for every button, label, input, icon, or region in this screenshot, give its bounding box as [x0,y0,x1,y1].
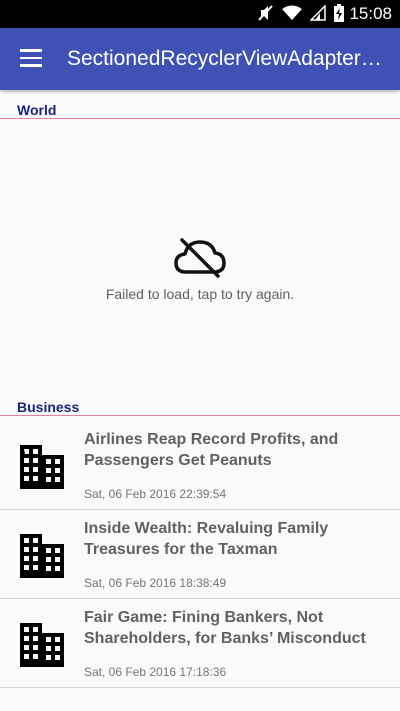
status-time: 15:08 [349,4,392,23]
error-message: Failed to load, tap to try again. [105,286,295,302]
news-date: Sat, 06 Feb 2016 22:39:54 [84,487,227,501]
news-date: Sat, 06 Feb 2016 18:38:49 [84,576,227,590]
news-title: Inside Wealth: Revaluing Family Treasure… [84,520,329,558]
mute-icon [258,5,273,21]
building-icon [20,534,64,578]
section-header-label: World [17,102,57,118]
menu-icon[interactable] [20,49,42,67]
list-item[interactable]: Airlines Reap Record Profits, and Passen… [0,421,400,510]
battery-charging-icon [334,4,344,22]
cloud-off-icon [174,238,226,278]
app-title: SectionedRecyclerViewAdapter… [67,47,382,70]
section-header-label: Business [17,399,80,415]
wifi-icon [282,5,302,20]
status-icons [258,4,344,22]
signal-icon [310,5,326,21]
news-date: Sat, 06 Feb 2016 17:18:36 [84,665,227,679]
section-header-world: World [0,96,400,119]
building-icon [20,445,64,489]
section-header-business: Business [0,393,400,416]
news-title: Airlines Reap Record Profits, and Passen… [84,431,339,469]
status-bar: 15:08 [0,0,400,28]
list-item[interactable]: Inside Wealth: Revaluing Family Treasure… [0,510,400,599]
load-failed-area[interactable]: Failed to load, tap to try again. [0,118,400,388]
news-title: Fair Game: Fining Bankers, Not Sharehold… [84,609,366,647]
app-bar: SectionedRecyclerViewAdapter… [0,28,400,90]
building-icon [20,623,64,667]
list-item[interactable]: Fair Game: Fining Bankers, Not Sharehold… [0,599,400,688]
